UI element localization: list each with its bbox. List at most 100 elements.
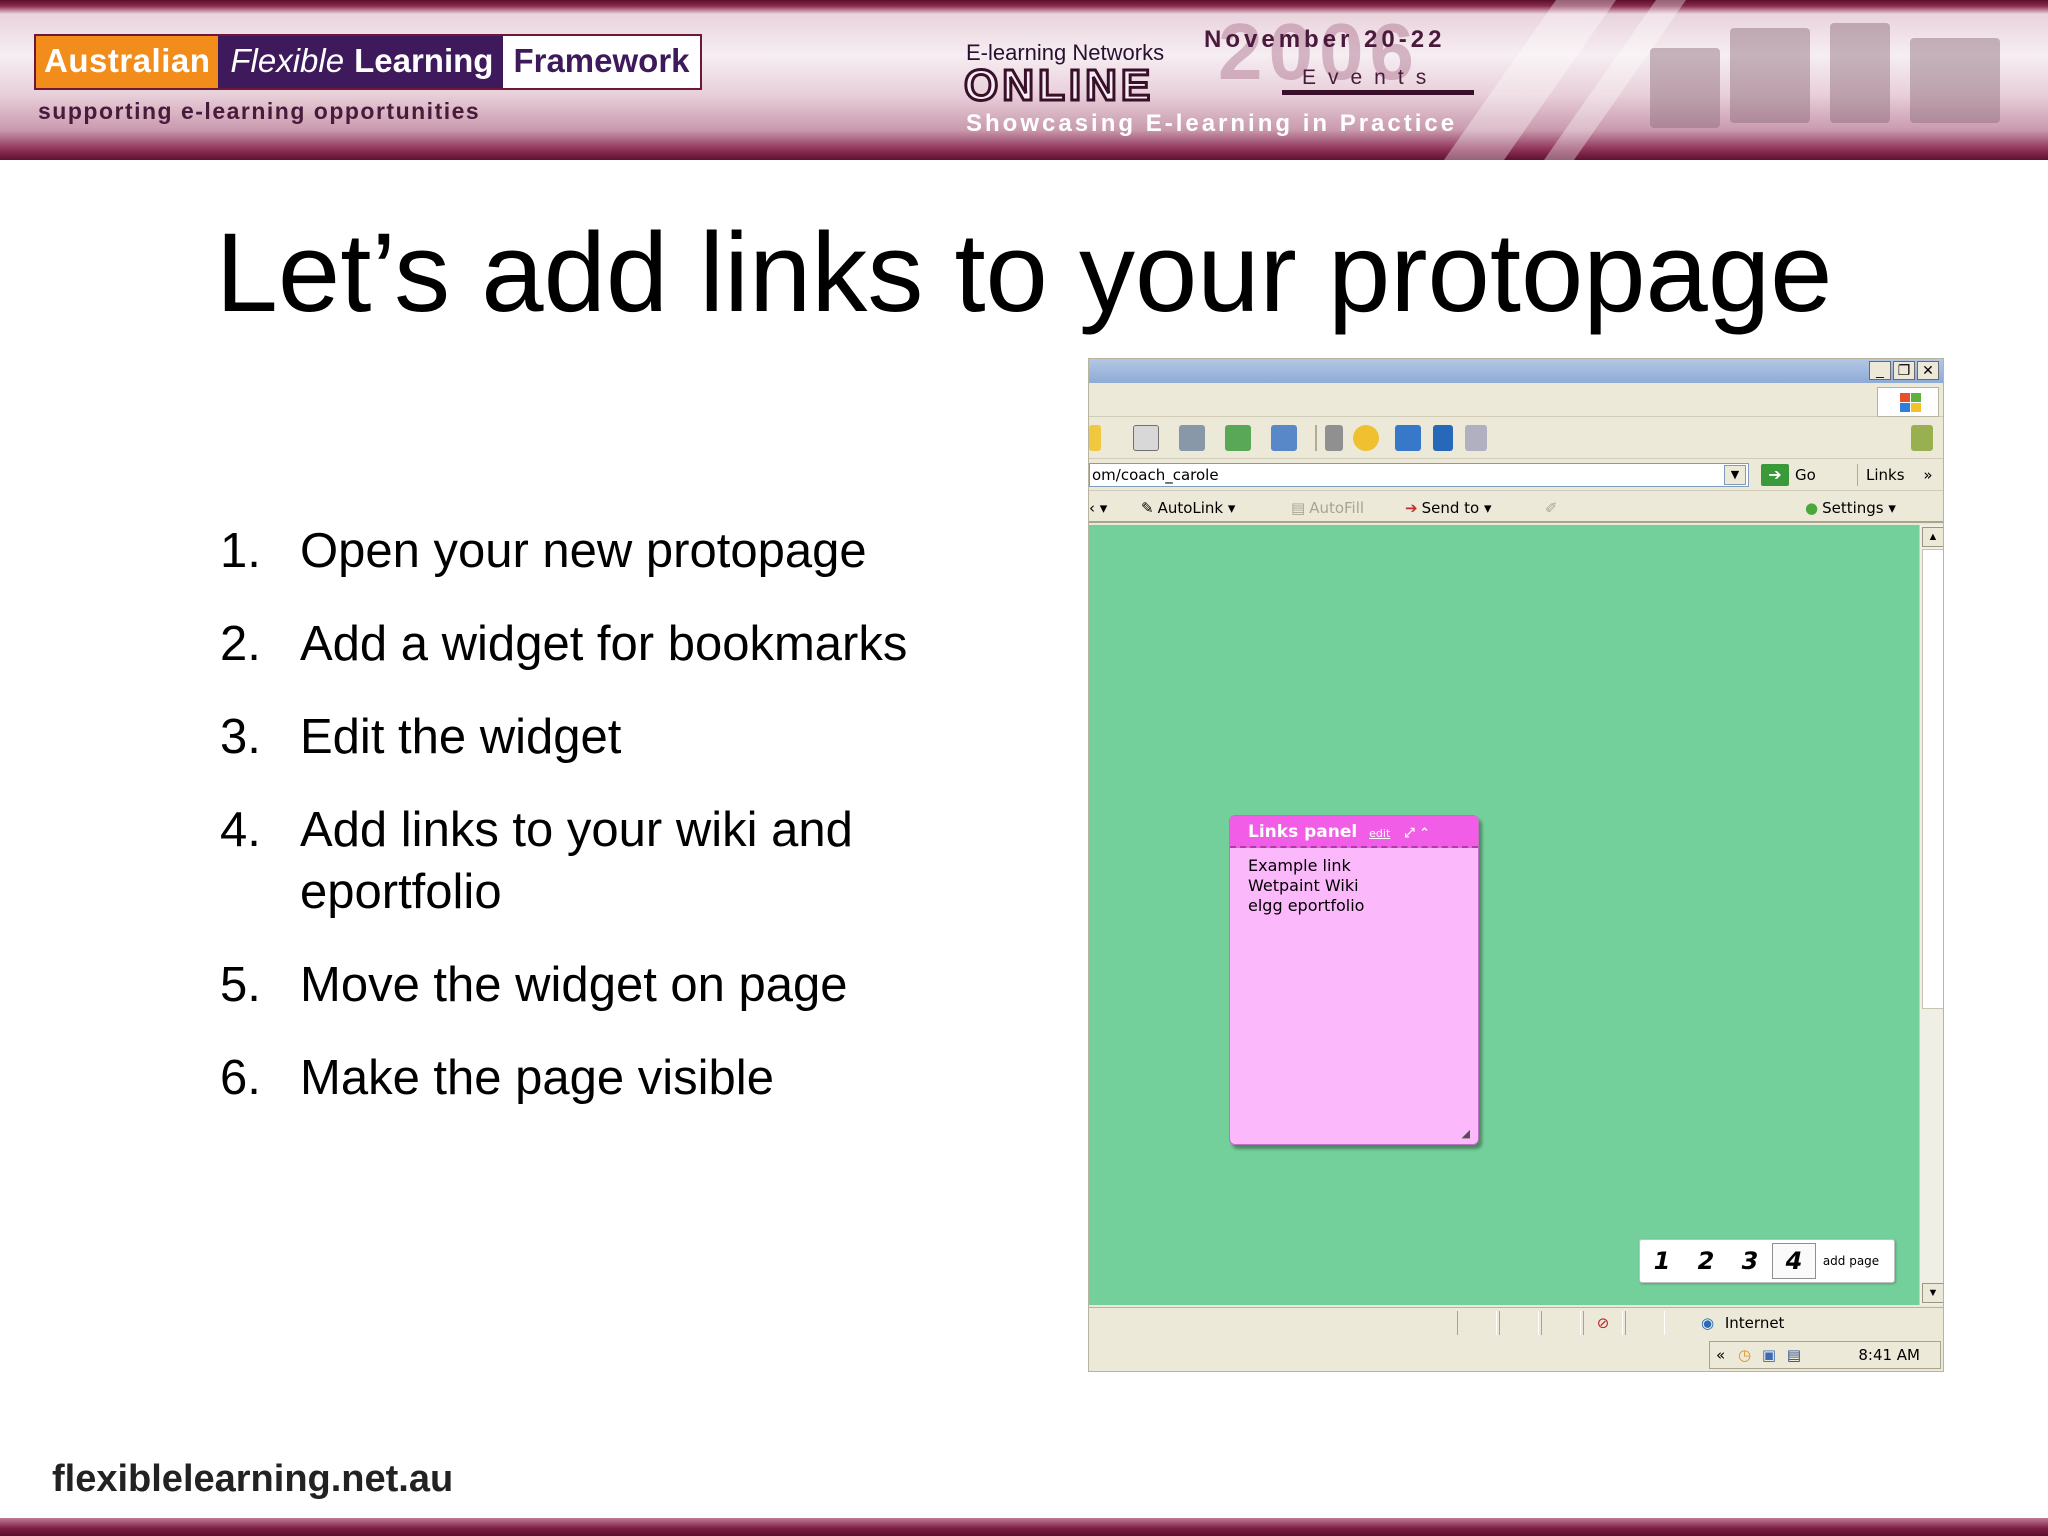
step-text: Move the widget on page: [300, 958, 848, 1012]
popup-blocked-icon[interactable]: ⊘: [1583, 1311, 1623, 1335]
step-item: 1. Open your new protopage: [220, 520, 980, 582]
folder-icon[interactable]: [1089, 425, 1101, 451]
clock-app-icon[interactable]: ◷: [1738, 1346, 1751, 1364]
settings-label: Settings: [1822, 499, 1884, 517]
step-item: 5. Move the widget on page: [220, 954, 980, 1016]
wand-icon: ✎: [1141, 499, 1154, 517]
refresh-icon[interactable]: [1911, 425, 1933, 451]
address-bar: om/coach_carole ▼ ➔ Go Links »: [1089, 459, 1943, 491]
people-icon[interactable]: [1271, 425, 1297, 451]
online-wordmark: ONLINE: [962, 61, 1155, 110]
status-cell: [1541, 1311, 1581, 1335]
autofill-label: AutoFill: [1309, 499, 1365, 517]
page-tab-1[interactable]: 1: [1640, 1247, 1684, 1275]
sendto-label: Send to: [1421, 499, 1480, 517]
smiley-icon[interactable]: [1353, 425, 1379, 451]
step-text: Make the page visible: [300, 1051, 774, 1105]
network-icon[interactable]: ▣: [1762, 1346, 1776, 1364]
protopage-canvas[interactable]: Links panel edit ⤢ ⌃ Example link Wetpai…: [1089, 525, 1919, 1305]
logo-word-australian: Australian: [36, 36, 219, 88]
online-underline: [1282, 90, 1474, 95]
browser-toolbar: [1089, 417, 1943, 459]
header-banner: Australian Flexible Learning Framework s…: [0, 0, 2048, 160]
address-dropdown-icon[interactable]: ▼: [1724, 465, 1746, 485]
step-text: Edit the widget: [300, 710, 622, 764]
widget-collapse-icon[interactable]: ⤢ ⌃: [1404, 826, 1430, 841]
links-button[interactable]: Links »: [1857, 464, 1941, 486]
monitor-icon[interactable]: [1395, 425, 1421, 451]
device-icon[interactable]: ▤: [1787, 1346, 1801, 1364]
step-number: 1.: [220, 524, 261, 578]
internet-label: Internet: [1724, 1314, 1785, 1332]
event-dates: November 20-22: [1204, 26, 1446, 53]
widget-link[interactable]: Wetpaint Wiki: [1248, 876, 1478, 896]
sendto-button[interactable]: ➔ Send to ▾: [1405, 497, 1492, 519]
status-bar: ⊘ ◉ Internet: [1089, 1307, 1943, 1337]
step-number: 6.: [220, 1051, 261, 1105]
add-page-button[interactable]: add page: [1816, 1254, 1886, 1268]
step-number: 5.: [220, 958, 261, 1012]
page-tab-2[interactable]: 2: [1684, 1247, 1728, 1275]
page-tabs: 1 2 3 4 add page: [1639, 1239, 1895, 1283]
footer-url: flexiblelearning.net.au: [52, 1458, 454, 1500]
step-number: 4.: [220, 803, 261, 857]
system-tray-bar: « ◷ ▣ ▤ 8:41 AM: [1089, 1337, 1943, 1371]
toolbar-chevron-icon[interactable]: ‹ ▾: [1089, 497, 1107, 519]
page-tab-4[interactable]: 4: [1772, 1243, 1816, 1279]
widget-link[interactable]: Example link: [1248, 856, 1478, 876]
restore-button[interactable]: ❐: [1893, 361, 1915, 380]
minimize-button[interactable]: _: [1869, 361, 1891, 380]
resize-handle-icon[interactable]: ◢: [1462, 1127, 1470, 1140]
swap-icon[interactable]: [1225, 425, 1251, 451]
globe-icon: ◉: [1701, 1314, 1715, 1332]
page-tab-3[interactable]: 3: [1728, 1247, 1772, 1275]
settings-button[interactable]: ● Settings ▾: [1805, 497, 1896, 519]
page-icon[interactable]: [1133, 425, 1159, 451]
address-input[interactable]: om/coach_carole ▼: [1089, 463, 1749, 487]
autofill-button[interactable]: ▤ AutoFill: [1291, 497, 1364, 519]
step-number: 2.: [220, 617, 261, 671]
system-tray: « ◷ ▣ ▤ 8:41 AM: [1709, 1341, 1941, 1369]
step-number: 3.: [220, 710, 261, 764]
logo-word-framework: Framework: [503, 36, 700, 88]
play-icon[interactable]: [1433, 425, 1453, 451]
step-item: 3. Edit the widget: [220, 706, 980, 768]
address-text: om/coach_carole: [1092, 466, 1219, 484]
events-wordmark: Events: [1302, 66, 1439, 89]
widget-header[interactable]: Links panel edit ⤢ ⌃: [1230, 816, 1478, 848]
step-item: 2. Add a widget for bookmarks: [220, 613, 980, 675]
pencil-icon[interactable]: ✐: [1545, 497, 1558, 519]
camera-icon[interactable]: [1179, 425, 1205, 451]
scroll-up-icon[interactable]: ▲: [1922, 527, 1943, 547]
widget-edit-link[interactable]: edit: [1369, 827, 1390, 840]
window-icon[interactable]: [1465, 425, 1487, 451]
aflf-logo: Australian Flexible Learning Framework: [34, 34, 702, 90]
go-button[interactable]: ➔ Go: [1761, 464, 1831, 486]
go-arrow-icon: ➔: [1761, 464, 1789, 486]
browser-screenshot: _ ❐ ✕ om/coach_carole ▼ ➔ Go Links » ‹ ▾…: [1088, 358, 1944, 1372]
logo-word-flexible: Flexible: [218, 36, 351, 88]
settings-dot-icon: ●: [1805, 499, 1819, 517]
steps-list: 1. Open your new protopage 2. Add a widg…: [220, 520, 980, 1140]
scroll-down-icon[interactable]: ▼: [1922, 1283, 1943, 1303]
microphone-icon[interactable]: [1325, 425, 1343, 451]
tray-expand-icon[interactable]: «: [1716, 1346, 1725, 1364]
vertical-scrollbar[interactable]: ▲ ▼: [1919, 525, 1943, 1305]
showcase-tagline: Showcasing E-learning in Practice: [966, 110, 1458, 137]
close-button[interactable]: ✕: [1917, 361, 1939, 380]
autolink-button[interactable]: ✎ AutoLink ▾: [1141, 497, 1235, 519]
tray-clock[interactable]: 8:41 AM: [1858, 1342, 1920, 1368]
windows-logo-icon: [1877, 387, 1939, 417]
links-panel-widget[interactable]: Links panel edit ⤢ ⌃ Example link Wetpai…: [1229, 815, 1479, 1145]
widget-link-list: Example link Wetpaint Wiki elgg eportfol…: [1230, 848, 1478, 916]
status-cell: [1457, 1311, 1497, 1335]
links-label: Links: [1866, 466, 1905, 484]
scroll-thumb[interactable]: [1922, 549, 1943, 1009]
status-cell: [1499, 1311, 1539, 1335]
widget-link[interactable]: elgg eportfolio: [1248, 896, 1478, 916]
widget-title: Links panel: [1248, 822, 1358, 842]
slide-title: Let’s add links to your protopage: [215, 210, 1833, 335]
go-label: Go: [1795, 466, 1816, 484]
links-chevron-icon: »: [1923, 466, 1933, 484]
step-text: Add links to your wiki and eportfolio: [300, 803, 853, 919]
